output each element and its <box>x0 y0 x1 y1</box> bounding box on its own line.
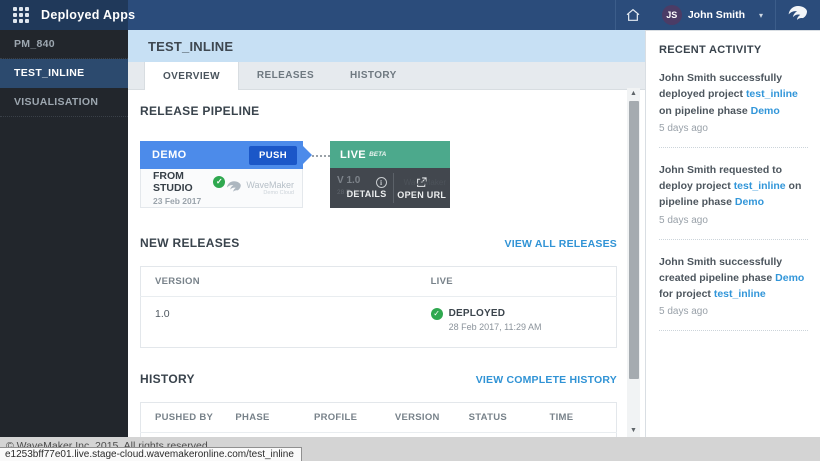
demo-phase-card: DEMO PUSH FROM STUDIO ✓ 23 Feb 2017 <box>140 141 303 208</box>
deploy-status: DEPLOYED <box>449 308 542 319</box>
sidebar-item-test-inline[interactable]: TEST_INLINE <box>0 59 128 88</box>
recent-activity-heading: RECENT ACTIVITY <box>659 44 808 56</box>
info-icon: i <box>376 177 387 188</box>
phase-link[interactable]: Demo <box>735 196 764 208</box>
history-heading: HISTORY <box>140 372 195 386</box>
details-button[interactable]: i DETAILS <box>330 168 393 208</box>
col-version: VERSION <box>381 403 455 433</box>
avatar: JS <box>662 5 682 25</box>
phase-link[interactable]: Demo <box>751 105 780 117</box>
tab-overview[interactable]: OVERVIEW <box>144 62 239 90</box>
recent-activity-panel: RECENT ACTIVITY John Smith successfully … <box>645 30 820 437</box>
col-time: TIME <box>536 403 617 433</box>
activity-item: John Smith requested to deploy project t… <box>659 162 808 226</box>
vertical-scrollbar[interactable]: ▲ ▼ <box>627 88 640 437</box>
release-version: 1.0 <box>141 297 417 348</box>
tab-bar: OVERVIEW RELEASES HISTORY <box>128 62 645 90</box>
push-button[interactable]: PUSH <box>249 146 297 165</box>
scrollbar-thumb[interactable] <box>629 101 639 379</box>
main-panel: TEST_INLINE OVERVIEW RELEASES HISTORY RE… <box>128 30 645 437</box>
from-studio-label: FROM STUDIO <box>153 170 209 194</box>
top-navbar: Deployed Apps JS John Smith ▾ <box>0 0 820 30</box>
activity-item: John Smith successfully deployed project… <box>659 70 808 134</box>
col-live: LIVE <box>417 267 617 297</box>
status-url-tooltip: e1253bff77e01.live.stage-cloud.wavemaker… <box>0 447 302 461</box>
home-icon <box>625 7 641 23</box>
app-brand-section: Deployed Apps <box>0 0 128 30</box>
app-title: Deployed Apps <box>41 8 135 22</box>
project-link[interactable]: test_inline <box>714 288 766 300</box>
col-profile: PROFILE <box>300 403 381 433</box>
beta-badge: BETA <box>369 151 386 158</box>
scroll-down-arrow[interactable]: ▼ <box>627 425 640 437</box>
release-pipeline: DEMO PUSH FROM STUDIO ✓ 23 Feb 2017 <box>140 141 627 208</box>
table-row: 1.0 ✓ DEPLOYED 28 Feb 2017, 11:29 AM <box>141 297 617 348</box>
view-all-releases-link[interactable]: VIEW ALL RELEASES <box>505 238 618 250</box>
wavemaker-mini-logo: WaveMaker Demo Cloud <box>225 179 294 197</box>
sidebar-item-pm-840[interactable]: PM_840 <box>0 30 128 59</box>
sidebar: PM_840 TEST_INLINE VISUALISATION <box>0 30 128 437</box>
col-status: STATUS <box>455 403 536 433</box>
new-releases-table: VERSION LIVE 1.0 ✓ DEPLOYED 28 Feb 2017,… <box>140 266 617 348</box>
page-title: TEST_INLINE <box>128 30 645 62</box>
activity-time: 5 days ago <box>659 215 808 226</box>
view-complete-history-link[interactable]: VIEW COMPLETE HISTORY <box>476 374 617 386</box>
live-phase-label: LIVE <box>340 149 366 161</box>
deploy-time: 28 Feb 2017, 11:29 AM <box>449 322 542 332</box>
user-name: John Smith <box>688 9 745 21</box>
tab-history[interactable]: HISTORY <box>332 62 415 89</box>
wave-icon <box>786 3 810 27</box>
col-version: VERSION <box>141 267 417 297</box>
chevron-down-icon: ▾ <box>759 11 763 20</box>
activity-time: 5 days ago <box>659 123 808 134</box>
demo-deploy-date: 23 Feb 2017 <box>153 196 225 206</box>
history-table: PUSHED BY PHASE PROFILE VERSION STATUS T… <box>140 402 617 437</box>
wave-icon <box>225 179 243 197</box>
brand-subtext: Demo Cloud <box>246 190 294 196</box>
live-phase-card: LIVE BETA V 1.0 28 Feb i DETAILS WaveMak… <box>330 141 450 208</box>
open-url-button[interactable]: WaveMaker OPEN URL <box>394 168 451 208</box>
col-pushed-by: PUSHED BY <box>141 403 222 433</box>
new-releases-heading: NEW RELEASES <box>140 236 240 250</box>
tab-releases[interactable]: RELEASES <box>239 62 332 89</box>
sidebar-item-visualisation[interactable]: VISUALISATION <box>0 88 128 117</box>
activity-time: 5 days ago <box>659 306 808 317</box>
user-menu[interactable]: JS John Smith ▾ <box>650 0 775 30</box>
release-pipeline-heading: RELEASE PIPELINE <box>140 104 627 118</box>
project-link[interactable]: test_inline <box>746 88 798 100</box>
overview-content: RELEASE PIPELINE DEMO PUSH FROM STUDIO ✓… <box>128 90 627 437</box>
brand-name: WaveMaker <box>246 180 294 190</box>
deployed-check-icon: ✓ <box>431 308 443 320</box>
demo-phase-label: DEMO <box>152 149 187 161</box>
project-link[interactable]: test_inline <box>734 180 786 192</box>
activity-item: John Smith successfully created pipeline… <box>659 254 808 318</box>
scroll-up-arrow[interactable]: ▲ <box>627 88 640 100</box>
home-button[interactable] <box>616 0 650 30</box>
wavemaker-logo <box>776 0 820 30</box>
success-check-icon: ✓ <box>213 176 225 188</box>
col-phase: PHASE <box>221 403 300 433</box>
phase-link[interactable]: Demo <box>775 272 804 284</box>
app-launcher-icon[interactable] <box>13 7 29 23</box>
